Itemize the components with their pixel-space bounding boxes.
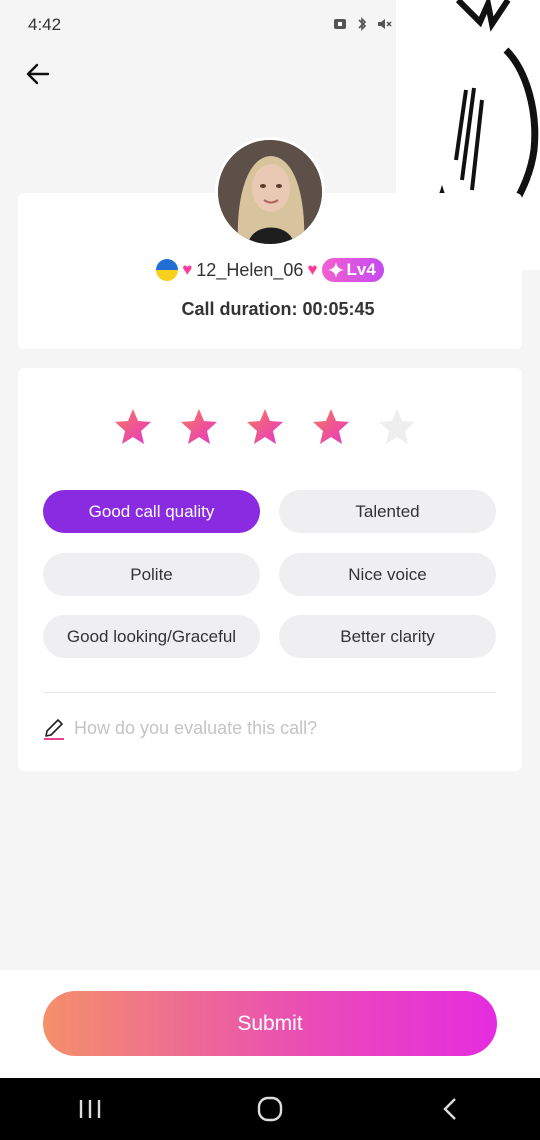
notification-icon: [334, 19, 346, 29]
star-filled-icon[interactable]: [179, 407, 219, 447]
divider: [44, 692, 496, 693]
pencil-icon: [44, 719, 64, 740]
level-label: Lv4: [346, 260, 376, 279]
recents-icon: [79, 1100, 101, 1118]
bluetooth-icon: [358, 17, 367, 31]
call-duration: Call duration: 00:05:45: [181, 299, 375, 319]
chevron-left-icon: [443, 1098, 456, 1120]
heart-icon: ♥: [307, 260, 318, 279]
recents-button[interactable]: [60, 1089, 120, 1129]
comment-input[interactable]: [74, 717, 474, 739]
system-nav-bar: [0, 1078, 540, 1140]
mute-icon: [378, 19, 392, 29]
tag-talented[interactable]: Talented: [279, 490, 496, 533]
heart-icon: ♥: [182, 260, 193, 279]
level-badge: Lv4: [321, 258, 384, 282]
user-name: 12_Helen_06: [196, 259, 304, 280]
ukraine-flag-icon: [156, 259, 179, 281]
home-button[interactable]: [240, 1089, 300, 1129]
star-filled-icon[interactable]: [311, 407, 351, 447]
submit-button[interactable]: Submit: [43, 991, 497, 1056]
tag-better-clarity[interactable]: Better clarity: [279, 615, 496, 658]
tag-good-looking-graceful[interactable]: Good looking/Graceful: [43, 615, 260, 658]
tag-nice-voice[interactable]: Nice voice: [279, 553, 496, 596]
star-filled-icon[interactable]: [113, 407, 153, 447]
sparkle-icon: [327, 262, 344, 278]
system-back-button[interactable]: [420, 1089, 480, 1129]
tag-good-call-quality[interactable]: Good call quality: [43, 490, 260, 533]
name-row: ♥ 12_Helen_06 ♥ Lv4: [0, 258, 540, 282]
star-filled-icon[interactable]: [245, 407, 285, 447]
avatar: [215, 137, 325, 247]
tag-polite[interactable]: Polite: [43, 553, 260, 596]
back-button[interactable]: [22, 58, 54, 90]
status-time: 4:42: [28, 15, 62, 34]
star-rating[interactable]: [113, 407, 417, 447]
comment-row: [42, 716, 474, 740]
status-icons: [332, 16, 392, 32]
arrow-left-icon: [26, 63, 50, 85]
home-icon: [257, 1096, 283, 1122]
star-empty-icon[interactable]: [377, 407, 417, 447]
